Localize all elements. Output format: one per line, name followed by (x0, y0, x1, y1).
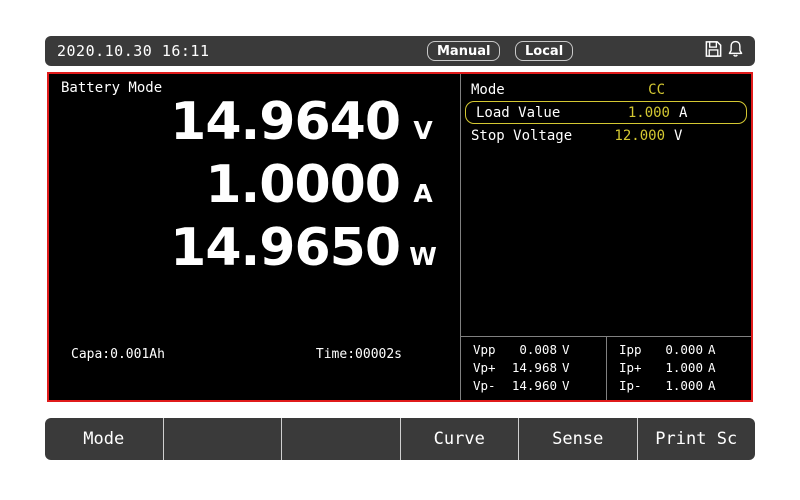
parameter-value: 12.000 (614, 127, 665, 144)
current-value: 1.0000 (205, 155, 401, 215)
measurement-line: Vpp 0.008 V (473, 341, 606, 359)
operating-mode-title: Battery Mode (61, 80, 163, 96)
measurement-value: 14.960 (511, 378, 557, 393)
bell-icon[interactable] (726, 40, 745, 63)
measurement-value: 1.000 (665, 360, 703, 375)
parameter-row-stop-voltage[interactable]: Stop Voltage 12.000 V (461, 124, 751, 147)
settings-pane: Mode CC Load Value 1.000 A Stop Voltage … (460, 74, 751, 400)
measurement-key: Ip+ (619, 360, 642, 375)
measurement-unit: A (708, 360, 716, 375)
parameter-label: Mode (471, 81, 505, 98)
parameter-unit: A (679, 104, 688, 121)
measurement-unit: A (708, 342, 716, 357)
datetime-label: 2020.10.30 16:11 (57, 42, 210, 60)
parameter-unit: V (674, 127, 683, 144)
capacity-label: Capa:0.001Ah (71, 347, 165, 362)
parameter-value: CC (648, 81, 665, 98)
status-icons (704, 40, 745, 63)
primary-readings: 14.9640 V 1.0000 A 14.9650 W (49, 96, 458, 285)
power-value: 14.9650 (170, 218, 401, 278)
main-display: Battery Mode 14.9640 V 1.0000 A 14.9650 … (47, 72, 753, 402)
parameter-label: Stop Voltage (471, 127, 573, 144)
instrument-screen: 2020.10.30 16:11 Manual Local Battery Mo… (45, 36, 755, 460)
measurement-value: 0.008 (519, 342, 557, 357)
measurement-value: 0.000 (665, 342, 703, 357)
measurement-line: Ip+ 1.000 A (619, 359, 751, 377)
measurement-line: Vp- 14.960 V (473, 377, 606, 395)
reading-row: 14.9650 W (49, 222, 458, 285)
peak-measurement-grid: Vpp 0.008 V Vp+ 14.968 V Vp- 14.960 V Ipp 0.000… (461, 336, 751, 400)
measurement-unit: V (562, 378, 570, 393)
measurement-key: Vpp (473, 342, 496, 357)
measurement-key: Vp+ (473, 360, 496, 375)
mode-status-pill[interactable]: Manual (427, 41, 501, 61)
measurement-key: Ipp (619, 342, 642, 357)
measurement-unit: V (562, 360, 570, 375)
measurement-line: Ip- 1.000 A (619, 377, 751, 395)
status-bar: 2020.10.30 16:11 Manual Local (45, 36, 755, 66)
measurement-unit: V (562, 342, 570, 357)
softkey-sense[interactable]: Sense (518, 418, 637, 460)
voltage-value: 14.9640 (170, 92, 401, 152)
measurement-key: Ip- (619, 378, 642, 393)
current-measurement-column: Ipp 0.000 A Ip+ 1.000 A Ip- 1.000 A (606, 337, 751, 400)
current-unit: A (413, 179, 433, 208)
measurement-value: 14.968 (511, 360, 557, 375)
elapsed-time-label: Time:00002s (315, 347, 402, 362)
parameter-list: Mode CC Load Value 1.000 A Stop Voltage … (461, 78, 751, 147)
parameter-label: Load Value (476, 104, 561, 121)
save-icon[interactable] (704, 40, 723, 63)
measurement-line: Vp+ 14.968 V (473, 359, 606, 377)
measurement-key: Vp- (473, 378, 496, 393)
control-status-pill[interactable]: Local (515, 41, 574, 61)
measurement-value: 1.000 (665, 378, 703, 393)
accumulator-stats: Capa:0.001Ah Time:00002s (49, 347, 458, 362)
reading-row: 1.0000 A (49, 159, 458, 222)
measurement-unit: A (708, 378, 716, 393)
parameter-row-mode[interactable]: Mode CC (461, 78, 751, 101)
reading-row: 14.9640 V (49, 96, 458, 159)
softkey-empty-3[interactable] (281, 418, 400, 460)
softkey-empty-2[interactable] (162, 418, 282, 460)
parameter-row-load-value[interactable]: Load Value 1.000 A (465, 101, 747, 124)
power-unit: W (409, 242, 437, 271)
softkey-curve[interactable]: Curve (399, 418, 519, 460)
softkey-bar: Mode Curve Sense Print Sc (45, 418, 755, 460)
softkey-mode[interactable]: Mode (45, 418, 163, 460)
softkey-print-screen[interactable]: Print Sc (636, 418, 756, 460)
parameter-value: 1.000 (627, 104, 670, 121)
voltage-unit: V (413, 116, 433, 145)
voltage-measurement-column: Vpp 0.008 V Vp+ 14.968 V Vp- 14.960 V (461, 337, 606, 400)
measurement-pane: Battery Mode 14.9640 V 1.0000 A 14.9650 … (49, 74, 458, 400)
measurement-line: Ipp 0.000 A (619, 341, 751, 359)
